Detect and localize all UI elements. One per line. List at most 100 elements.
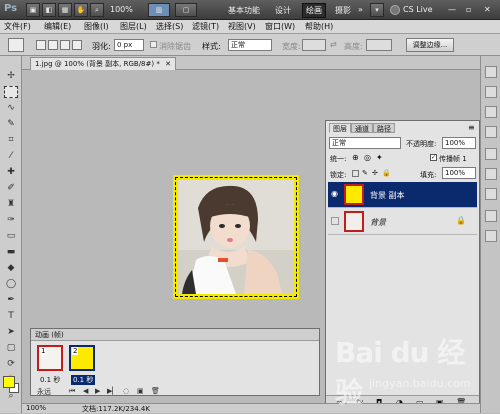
play-button[interactable]: ▶ bbox=[95, 387, 100, 395]
visibility-toggle[interactable] bbox=[331, 217, 339, 225]
previous-frame-button[interactable]: ◀ bbox=[83, 387, 88, 395]
workspace-essentials[interactable]: 基本功能 bbox=[228, 5, 260, 16]
document-tab[interactable]: 1.jpg @ 100% (背景 副本, RGB/8#) * ✕ bbox=[30, 57, 176, 70]
tween-button[interactable]: ◌ bbox=[123, 387, 129, 395]
lock-all-icon[interactable]: 🔒 bbox=[382, 169, 391, 177]
3d-rotate-tool-icon[interactable]: ⟳ bbox=[4, 358, 18, 370]
marquee-preset-icon[interactable] bbox=[8, 38, 24, 52]
foreground-color-swatch[interactable] bbox=[3, 376, 15, 388]
minimize-button[interactable]: — bbox=[448, 5, 456, 14]
navigator-panel-icon[interactable] bbox=[485, 148, 497, 160]
screen-mode-button[interactable]: ▢ bbox=[175, 3, 197, 17]
refine-edge-button[interactable]: 调整边缘... bbox=[406, 38, 454, 52]
hand-button[interactable]: ✋ bbox=[74, 3, 88, 17]
tab-layers[interactable]: 图层 bbox=[329, 123, 351, 133]
menu-filter[interactable]: 滤镜(T) bbox=[192, 21, 219, 32]
lasso-tool-icon[interactable]: ∿ bbox=[4, 102, 18, 114]
feather-input[interactable]: 0 px bbox=[114, 39, 144, 51]
workspace-dropdown[interactable]: ▾ bbox=[370, 3, 384, 17]
frame-2-duration[interactable]: 0.1 秒 bbox=[71, 375, 96, 385]
opacity-input[interactable]: 100% bbox=[442, 137, 476, 149]
fill-input[interactable]: 100% bbox=[442, 167, 476, 179]
close-button[interactable]: ✕ bbox=[484, 5, 491, 14]
animation-frame-2[interactable]: 2 bbox=[69, 345, 95, 371]
workspace-photography[interactable]: 摄影 bbox=[335, 5, 351, 16]
arrange-documents-button[interactable]: ▥ bbox=[148, 3, 170, 17]
tab-channels[interactable]: 通道 bbox=[351, 123, 373, 133]
layer-row-background[interactable]: 背景 🔒 bbox=[328, 209, 477, 235]
menu-view[interactable]: 视图(V) bbox=[228, 21, 256, 32]
type-tool-icon[interactable]: T bbox=[4, 310, 18, 322]
blend-mode-select[interactable]: 正常 bbox=[329, 137, 401, 149]
visibility-eye-icon[interactable]: ◉ bbox=[331, 190, 339, 198]
path-selection-tool-icon[interactable]: ➤ bbox=[4, 326, 18, 338]
history-brush-tool-icon[interactable]: ✑ bbox=[4, 214, 18, 226]
minibridge-button[interactable]: ◧ bbox=[42, 3, 56, 17]
lock-position-icon[interactable]: ✢ bbox=[372, 169, 378, 177]
unify-position-icon[interactable]: ⊕ bbox=[352, 153, 359, 162]
workspace-design[interactable]: 设计 bbox=[275, 5, 291, 16]
workspace-painting[interactable]: 绘画 bbox=[302, 3, 326, 18]
pen-tool-icon[interactable]: ✒ bbox=[4, 294, 18, 306]
history-panel-icon[interactable] bbox=[485, 66, 497, 78]
rectangle-tool-icon[interactable]: ▢ bbox=[4, 342, 18, 354]
lock-pixels-icon[interactable]: ✎ bbox=[362, 169, 368, 177]
menu-select[interactable]: 选择(S) bbox=[156, 21, 183, 32]
crop-tool-icon[interactable]: ⌗ bbox=[4, 134, 18, 146]
status-zoom[interactable]: 100% bbox=[26, 404, 46, 412]
duplicate-frame-button[interactable]: ▣ bbox=[137, 387, 144, 395]
intersect-selection-icon[interactable] bbox=[72, 40, 82, 50]
masks-panel-icon[interactable] bbox=[485, 188, 497, 200]
eraser-tool-icon[interactable]: ▭ bbox=[4, 230, 18, 242]
document-canvas[interactable] bbox=[173, 175, 299, 299]
subtract-selection-icon[interactable] bbox=[60, 40, 70, 50]
animation-frame-1[interactable]: 1 bbox=[37, 345, 63, 371]
unify-visibility-icon[interactable]: ◎ bbox=[364, 153, 371, 162]
first-frame-button[interactable]: ⏮ bbox=[69, 387, 75, 396]
quick-selection-tool-icon[interactable]: ✎ bbox=[4, 118, 18, 130]
width-input[interactable] bbox=[302, 39, 326, 51]
brush-tool-icon[interactable]: ✐ bbox=[4, 182, 18, 194]
blur-tool-icon[interactable]: ◆ bbox=[4, 262, 18, 274]
style-select[interactable]: 正常 bbox=[228, 39, 272, 51]
menu-help[interactable]: 帮助(H) bbox=[305, 21, 333, 32]
layer-row-background-copy[interactable]: ◉ 背景 副本 bbox=[328, 182, 477, 208]
panel-menu-icon[interactable]: ≡ bbox=[468, 123, 475, 132]
menu-edit[interactable]: 编辑(E) bbox=[44, 21, 71, 32]
bridge-button[interactable]: ▣ bbox=[26, 3, 40, 17]
cslive-button[interactable]: CS Live bbox=[403, 5, 433, 14]
loop-select[interactable]: 永远 bbox=[37, 387, 51, 397]
zoom-level[interactable]: 100% bbox=[110, 5, 133, 14]
lock-transparency-icon[interactable] bbox=[352, 170, 359, 177]
maximize-button[interactable]: ▫ bbox=[466, 5, 471, 14]
character-panel-icon[interactable] bbox=[485, 230, 497, 242]
animation-panel-title[interactable]: 动画 (帧) bbox=[35, 330, 64, 340]
styles-panel-icon[interactable] bbox=[485, 126, 497, 138]
unify-style-icon[interactable]: ✦ bbox=[376, 153, 383, 162]
height-input[interactable] bbox=[366, 39, 392, 51]
new-selection-icon[interactable] bbox=[36, 40, 46, 50]
guides-button[interactable]: ▦ bbox=[58, 3, 72, 17]
next-frame-button[interactable]: ▶▏ bbox=[107, 387, 118, 395]
add-selection-icon[interactable] bbox=[48, 40, 58, 50]
actions-panel-icon[interactable] bbox=[485, 86, 497, 98]
menu-layer[interactable]: 图层(L) bbox=[120, 21, 147, 32]
adjustments-panel-icon[interactable] bbox=[485, 168, 497, 180]
menu-image[interactable]: 图像(I) bbox=[84, 21, 109, 32]
tab-paths[interactable]: 路径 bbox=[373, 123, 395, 133]
menu-file[interactable]: 文件(F) bbox=[4, 21, 31, 32]
rectangular-marquee-tool-icon[interactable] bbox=[4, 86, 18, 98]
clone-stamp-tool-icon[interactable]: ♜ bbox=[4, 198, 18, 210]
gradient-tool-icon[interactable]: ▬ bbox=[4, 246, 18, 258]
frame-1-duration[interactable]: 0.1 秒 bbox=[40, 375, 60, 385]
swatches-panel-icon[interactable] bbox=[485, 106, 497, 118]
move-tool-icon[interactable]: ✢ bbox=[4, 70, 18, 82]
more-workspaces-button[interactable]: » bbox=[358, 5, 363, 14]
paragraph-panel-icon[interactable] bbox=[485, 210, 497, 222]
menu-window[interactable]: 窗口(W) bbox=[265, 21, 295, 32]
close-tab-icon[interactable]: ✕ bbox=[165, 60, 171, 68]
delete-frame-button[interactable]: 🗑 bbox=[151, 387, 160, 395]
zoom-tool-button[interactable]: ⌕ bbox=[90, 3, 104, 17]
antialias-checkbox[interactable] bbox=[150, 41, 157, 48]
propagate-frame-checkbox[interactable]: ✓ bbox=[430, 154, 437, 161]
